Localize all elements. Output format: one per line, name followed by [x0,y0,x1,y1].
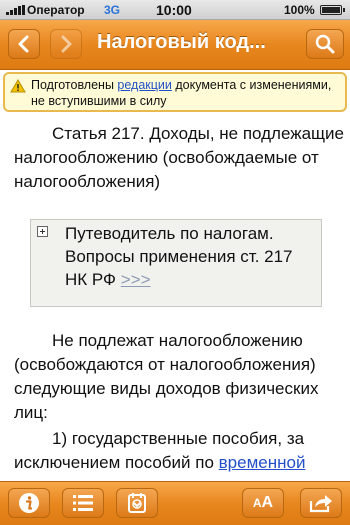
page-title: Налоговый код... [97,31,266,53]
battery-icon [320,5,345,15]
document-content[interactable]: Статья 217. Доходы, не подлежащие налого… [0,114,350,481]
bottom-toolbar: AA [0,481,350,525]
editions-link[interactable]: редакции [117,78,171,92]
battery-percent: 100% [284,3,315,17]
paragraph: 1) государственные пособия, за исключени… [14,429,306,472]
temporary-link[interactable]: временной [219,453,306,472]
search-icon [315,34,335,54]
article-title: Статья 217. Доходы, не подлежащие налого… [14,124,344,191]
bookmark-button[interactable] [116,488,158,518]
chevron-right-icon [61,35,72,53]
search-button[interactable] [306,29,344,59]
list-icon [73,495,93,511]
font-size-button[interactable]: AA [242,488,284,518]
contents-button[interactable] [62,488,104,518]
font-large-label: A [261,494,274,511]
status-bar: Оператор 3G 10:00 100% [0,0,350,20]
network-label: 3G [104,3,121,17]
signal-icon [6,5,25,15]
share-icon [309,495,332,513]
share-button[interactable] [300,488,342,518]
changes-notice: Подготовлены редакции документа с измене… [3,72,347,112]
notice-text: Подготовлены редакции документа с измене… [31,78,332,108]
guide-box[interactable]: Путеводитель по налогам. Вопросы примене… [30,219,322,307]
paragraph: Не подлежат налогообложению (освобождают… [14,331,319,422]
guide-text: Путеводитель по налогам. Вопросы примене… [65,224,293,289]
warning-icon [10,79,26,93]
info-icon [19,493,39,513]
guide-link[interactable]: >>> [121,270,151,289]
forward-button[interactable] [50,29,82,59]
back-button[interactable] [8,29,40,59]
bookmark-icon [128,493,146,513]
expand-icon[interactable] [37,226,48,237]
info-button[interactable] [8,488,50,518]
chevron-left-icon [18,35,29,53]
nav-bar: Налоговый код... [0,20,350,70]
clock: 10:00 [156,2,192,18]
font-small-label: A [252,496,262,510]
carrier-label: Оператор [27,3,85,17]
